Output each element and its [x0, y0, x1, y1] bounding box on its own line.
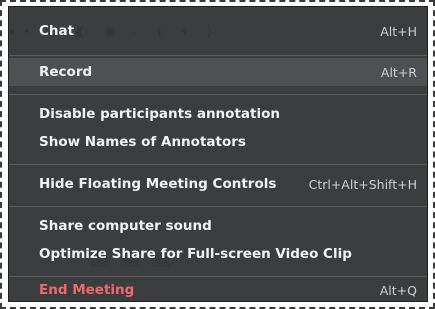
- menu-item-label: Optimize Share for Full-screen Video Cli…: [39, 246, 352, 262]
- menu-item-record[interactable]: Record Alt+R: [9, 58, 427, 86]
- menu-item-show-names-of-annotators[interactable]: Show Names of Annotators: [9, 128, 427, 156]
- menu-separator: [9, 55, 427, 56]
- menu-separator: [9, 94, 427, 95]
- menu-separator: [9, 206, 427, 207]
- menu-item-shortcut: Ctrl+Alt+Shift+H: [308, 176, 417, 192]
- menu-item-label: Show Names of Annotators: [39, 134, 246, 150]
- screenshot-stage: •• ↶ ◐ ◉ ⌕ ⟨ ✦ ⟩ Chat Alt+H Record Alt+R…: [0, 0, 435, 309]
- menu-item-label: Hide Floating Meeting Controls: [39, 176, 277, 192]
- menu-item-end-meeting[interactable]: End Meeting Alt+Q: [9, 279, 427, 301]
- menu-item-label: Share computer sound: [39, 218, 212, 234]
- menu-item-label: Record: [39, 64, 93, 80]
- meeting-more-menu: Chat Alt+H Record Alt+R Disable particip…: [8, 6, 428, 302]
- menu-item-chat[interactable]: Chat Alt+H: [9, 17, 427, 45]
- menu-item-label: Chat: [39, 23, 75, 39]
- menu-item-shortcut: Alt+R: [380, 64, 417, 80]
- menu-separator: [9, 276, 427, 277]
- menu-item-label: End Meeting: [39, 282, 135, 298]
- menu-item-share-computer-sound[interactable]: Share computer sound: [9, 212, 427, 240]
- menu-item-shortcut: Alt+H: [380, 23, 417, 39]
- menu-item-label: Disable participants annotation: [39, 106, 280, 122]
- menu-separator: [9, 164, 427, 165]
- menu-item-disable-participants-annotation[interactable]: Disable participants annotation: [9, 100, 427, 128]
- menu-item-shortcut: Alt+Q: [379, 282, 417, 298]
- menu-item-optimize-share-full-screen-video[interactable]: Optimize Share for Full-screen Video Cli…: [9, 240, 427, 268]
- menu-item-hide-floating-meeting-controls[interactable]: Hide Floating Meeting Controls Ctrl+Alt+…: [9, 170, 427, 198]
